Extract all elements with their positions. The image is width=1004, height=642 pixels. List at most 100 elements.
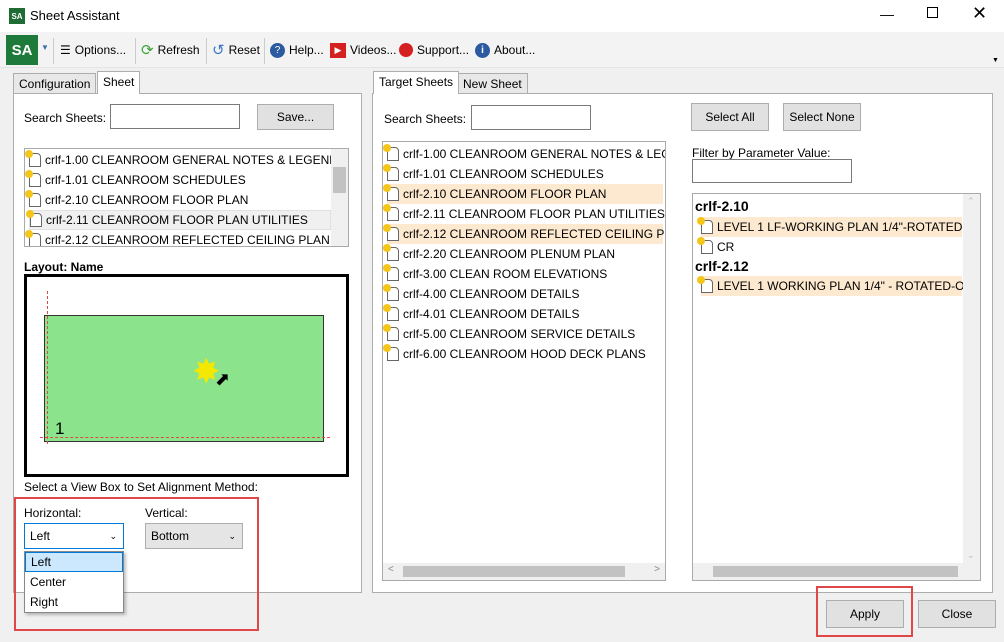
select-none-button[interactable]: Select None [783, 103, 861, 131]
scroll-left-icon[interactable]: < [388, 564, 394, 575]
target-sheet-list: crlf-6.00 CLEANROOM HOOD DECK PLANS crlf-… [382, 141, 666, 581]
vertical-scrollbar[interactable] [331, 149, 348, 246]
horizontal-scrollbar[interactable] [693, 563, 980, 580]
list-item[interactable]: crlf-2.10 CLEANROOM FLOOR PLAN [383, 184, 663, 204]
alignment-label: Select a View Box to Set Alignment Metho… [24, 480, 258, 494]
viewport-number: 1 [55, 419, 65, 438]
list-item[interactable]: crlf-2.12 CLEANROOM REFLECTED CEILING PL… [25, 230, 330, 246]
sheet-icon [383, 264, 399, 281]
title-bar: SA Sheet Assistant — ✕ [0, 0, 1004, 32]
sheet-icon [25, 150, 41, 167]
info-icon: i [475, 42, 490, 58]
close-button[interactable]: Close [918, 600, 996, 628]
sheet-icon [25, 230, 41, 246]
search-target-input[interactable] [471, 105, 591, 130]
list-item[interactable]: crlf-2.20 CLEANROOM PLENUM PLAN [383, 244, 615, 264]
search-sheets-label: Search Sheets: [24, 111, 107, 125]
reset-button[interactable]: ↺ Reset [212, 40, 260, 60]
list-item[interactable]: crlf-5.00 CLEANROOM SERVICE DETAILS [383, 324, 635, 344]
view-icon [697, 276, 713, 293]
tab-sheet[interactable]: Sheet [97, 71, 141, 94]
alignment-guide-vertical [47, 291, 48, 444]
sheet-icon [25, 170, 41, 187]
minimize-button[interactable]: — [880, 6, 894, 22]
toolbar-overflow-icon[interactable]: ▼ [992, 57, 999, 64]
about-button[interactable]: i About... [475, 40, 535, 60]
list-item[interactable]: crlf-3.00 CLEAN ROOM ELEVATIONS [383, 264, 607, 284]
layout-label: Layout: Name [24, 260, 104, 274]
videos-button[interactable]: ▶ Videos... [330, 40, 396, 60]
toolbar: SA ▼ ☰ Options... ⟳ Refresh ↺ Reset ? Help..… [0, 32, 1004, 68]
list-item[interactable]: CR [697, 237, 734, 257]
parameter-list: crlf-2.10 LEVEL 1 LF-WORKING PLAN 1/4"-R… [692, 193, 981, 581]
view-icon [697, 217, 713, 234]
sheet-icon [383, 164, 399, 181]
list-item[interactable]: crlf-1.01 CLEANROOM SCHEDULES [25, 170, 246, 190]
sheet-icon [25, 190, 41, 207]
scrollbar-thumb[interactable] [713, 566, 958, 577]
video-icon: ▶ [330, 42, 346, 58]
sheet-icon [383, 144, 399, 161]
list-item[interactable]: crlf-2.11 CLEANROOM FLOOR PLAN UTILITIES [383, 204, 665, 224]
sheet-icon [383, 204, 399, 221]
sheet-icon [26, 210, 42, 227]
sheet-icon [383, 284, 399, 301]
window-title: Sheet Assistant [30, 8, 120, 23]
support-icon [399, 43, 413, 57]
scroll-right-icon[interactable]: > [654, 564, 660, 575]
scrollbar-thumb[interactable] [333, 167, 346, 193]
maximize-button[interactable] [927, 7, 938, 18]
refresh-button[interactable]: ⟳ Refresh [141, 40, 200, 60]
group-header: crlf-2.12 [695, 258, 749, 274]
sheet-icon [383, 324, 399, 341]
layout-preview: 1 ✸ ⬈ [24, 274, 349, 477]
alignment-guide-horizontal [40, 437, 330, 438]
help-icon: ? [270, 42, 285, 58]
list-item[interactable]: crlf-2.12 CLEANROOM REFLECTED CEILING PL… [383, 224, 665, 244]
options-button[interactable]: ☰ Options... [60, 40, 126, 60]
view-box[interactable] [44, 315, 324, 442]
scrollbar-thumb[interactable] [403, 566, 625, 577]
list-item[interactable]: crlf-2.10 CLEANROOM FLOOR PLAN [25, 190, 248, 210]
select-all-button[interactable]: Select All [691, 103, 769, 131]
group-header: crlf-2.10 [695, 198, 749, 214]
sheet-list: crlf-1.00 CLEANROOM GENERAL NOTES & LEGE… [24, 148, 349, 247]
list-item[interactable]: LEVEL 1 LF-WORKING PLAN 1/4"-ROTATED-C [697, 217, 975, 237]
list-item[interactable]: crlf-4.00 CLEANROOM DETAILS [383, 284, 579, 304]
vertical-scrollbar[interactable]: ⌃ ⌄ [963, 194, 980, 563]
list-item[interactable]: crlf-6.00 CLEANROOM HOOD DECK PLANS [383, 344, 646, 364]
reset-icon: ↺ [212, 42, 225, 59]
chevron-down-icon[interactable]: ▼ [41, 43, 49, 52]
tab-new-sheet[interactable]: New Sheet [457, 73, 528, 94]
sheet-icon [383, 224, 399, 241]
save-button[interactable]: Save... [257, 104, 334, 130]
close-window-button[interactable]: ✕ [972, 3, 987, 24]
cursor-icon: ⬈ [215, 369, 231, 389]
sheet-icon [383, 304, 399, 321]
search-sheets-input[interactable] [110, 104, 240, 129]
refresh-icon: ⟳ [141, 42, 154, 59]
help-button[interactable]: ? Help... [270, 40, 324, 60]
list-item[interactable]: LEVEL 1 WORKING PLAN 1/4" - ROTATED-ON [697, 276, 973, 296]
list-icon: ☰ [60, 43, 71, 57]
sheet-icon [383, 184, 399, 201]
list-item[interactable]: crlf-1.00 CLEANROOM GENERAL NOTES & LEGE… [25, 150, 338, 170]
list-item[interactable]: crlf-1.01 CLEANROOM SCHEDULES [383, 164, 604, 184]
sa-menu-button[interactable]: SA [6, 35, 38, 65]
sheet-icon [383, 344, 399, 361]
sheet-icon [383, 244, 399, 261]
list-item[interactable]: crlf-1.00 CLEANROOM GENERAL NOTES & LEGE [383, 144, 665, 164]
horizontal-scrollbar[interactable]: < > [383, 563, 665, 580]
highlight-annotation [14, 497, 259, 631]
highlight-annotation [816, 586, 913, 637]
tab-configuration[interactable]: Configuration [13, 73, 97, 94]
app-logo-small: SA [9, 8, 25, 24]
list-item[interactable]: crlf-4.01 CLEANROOM DETAILS [383, 304, 579, 324]
filter-input[interactable] [692, 159, 852, 183]
filter-label: Filter by Parameter Value: [692, 146, 831, 160]
support-button[interactable]: Support... [399, 40, 469, 60]
search-target-label: Search Sheets: [384, 112, 467, 126]
tab-target-sheets[interactable]: Target Sheets [373, 71, 460, 94]
view-icon [697, 237, 713, 254]
list-item[interactable]: crlf-2.11 CLEANROOM FLOOR PLAN UTILITIES [26, 210, 331, 230]
